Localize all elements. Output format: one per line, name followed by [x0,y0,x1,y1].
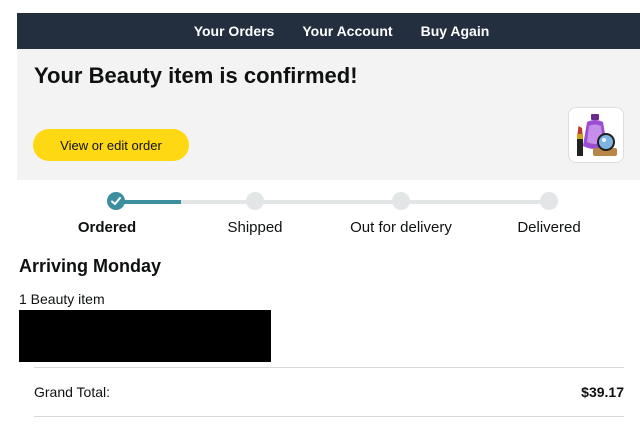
grand-total-value: $39.17 [581,384,624,400]
shipment-progress: Ordered Shipped Out for delivery Deliver… [0,186,640,246]
step-out-for-delivery-node [392,192,410,210]
checkmark-icon [111,197,121,205]
grand-total-label: Grand Total: [34,384,111,400]
step-shipped-label: Shipped [227,219,283,236]
nav-your-orders[interactable]: Your Orders [194,23,275,39]
step-ordered-node [107,192,125,210]
progress-bar-filled [116,200,181,204]
arrival-heading: Arriving Monday [19,256,162,276]
nav-buy-again[interactable]: Buy Again [421,23,490,39]
view-edit-order-button[interactable]: View or edit order [33,129,189,161]
step-delivered-label: Delivered [517,219,581,236]
product-thumbnail[interactable] [568,107,624,163]
nav-your-account[interactable]: Your Account [302,23,392,39]
confirmation-banner: Your Beauty item is confirmed! View or e… [17,49,640,180]
redacted-item-block [19,310,271,362]
divider-bottom [34,416,624,417]
divider-top [34,367,624,368]
top-nav: Your Orders Your Account Buy Again [17,13,640,49]
item-count: 1 Beauty item [19,291,105,307]
confirmation-title: Your Beauty item is confirmed! [34,63,358,88]
progress-bar-remaining [181,200,549,204]
step-shipped-node [246,192,264,210]
step-delivered-node [540,192,558,210]
step-out-for-delivery-label: Out for delivery [350,219,452,236]
beauty-products-icon [577,114,617,156]
step-ordered-label: Ordered [77,219,137,236]
